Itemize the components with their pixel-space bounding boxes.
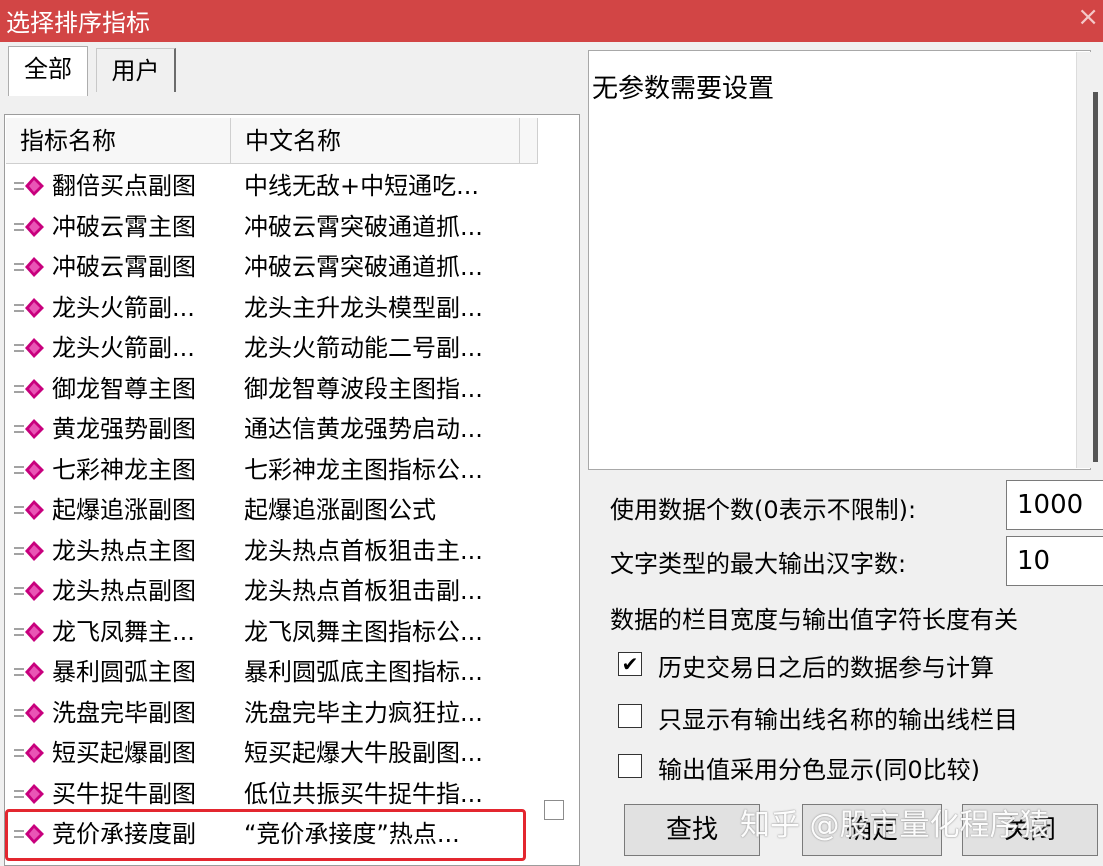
indicator-name: 翻倍买点副图 (52, 172, 196, 200)
column-header-filler (520, 118, 538, 164)
table-row[interactable]: 龙头热点主图 龙头热点首板狙击主... (6, 531, 538, 572)
checkbox-history-days-label: 历史交易日之后的数据参与计算 (658, 654, 994, 682)
parameter-scrollbar-thumb[interactable] (1093, 92, 1098, 462)
indicator-chinese-name: 起爆追涨副图公式 (244, 496, 436, 524)
tab-all-label: 全部 (24, 55, 72, 83)
indicator-formula-icon (14, 500, 44, 520)
indicator-formula-icon (14, 419, 44, 439)
indicator-name: 龙头热点主图 (52, 536, 196, 565)
table-row[interactable]: 冲破云霄主图 冲破云霄突破通道抓... (6, 207, 538, 248)
table-row[interactable]: 龙头火箭副... 龙头火箭动能二号副... (6, 328, 538, 369)
indicator-rows: 翻倍买点副图 中线无敌+中短通吃... 冲破云霄主图 冲破云霄突破通道抓... 冲破云霄… (6, 166, 538, 855)
column-header-indicator-name[interactable]: 指标名称 (6, 118, 231, 164)
checkbox-color-output-label: 输出值采用分色显示(同0比较) (658, 756, 980, 784)
indicator-name: 龙飞凤舞主... (52, 617, 195, 646)
indicator-formula-icon (14, 702, 44, 723)
table-row[interactable]: 短买起爆副图 短买起爆大牛股副图... (6, 733, 538, 774)
indicator-chinese-name: 洗盘完毕主力疯狂拉... (244, 698, 483, 727)
selected-row-highlight (5, 809, 526, 861)
table-row[interactable]: 洗盘完毕副图 洗盘完毕主力疯狂拉... (6, 693, 538, 734)
indicator-name: 御龙智尊主图 (52, 374, 196, 403)
indicator-chinese-name: 中线无敌+中短通吃... (244, 172, 479, 200)
indicator-formula-icon (14, 216, 44, 237)
indicator-chinese-name: 龙头热点首板狙击主... (244, 536, 483, 565)
indicator-chinese-name: 冲破云霄突破通道抓... (244, 212, 483, 241)
window-title: 选择排序指标 (6, 9, 150, 37)
indicator-name: 暴利圆弧主图 (52, 658, 196, 686)
indicator-name: 买牛捉牛副图 (52, 779, 196, 808)
title-bar: 选择排序指标 × (0, 0, 1103, 42)
indicator-name: 短买起爆副图 (52, 739, 196, 767)
indicator-name: 起爆追涨副图 (52, 496, 196, 524)
indicator-chinese-name: 御龙智尊波段主图指... (244, 374, 483, 403)
table-row[interactable]: 买牛捉牛副图 低位共振买牛捉牛指... (6, 774, 538, 815)
indicator-formula-icon (14, 581, 44, 601)
tab-user[interactable]: 用户 (96, 48, 176, 92)
table-row[interactable]: 黄龙强势副图 通达信黄龙强势启动... (6, 409, 538, 450)
parameter-panel (588, 50, 1091, 470)
checkbox-color-output-box[interactable] (618, 754, 642, 778)
table-row[interactable]: 御龙智尊主图 御龙智尊波段主图指... (6, 369, 538, 410)
indicator-name: 龙头火箭副... (52, 334, 195, 362)
checkbox-history-days-box[interactable]: ✔ (618, 652, 642, 676)
indicator-chinese-name: 七彩神龙主图指标公... (244, 455, 483, 484)
table-row[interactable]: 龙头火箭副... 龙头主升龙头模型副... (6, 288, 538, 329)
table-row[interactable]: 七彩神龙主图 七彩神龙主图指标公... (6, 450, 538, 491)
tab-user-label: 用户 (111, 57, 160, 85)
indicator-chinese-name: 龙头火箭动能二号副... (244, 334, 483, 362)
indicator-formula-icon (14, 621, 44, 642)
indicator-name: 冲破云霄副图 (52, 253, 196, 281)
indicator-formula-icon (14, 257, 44, 277)
parameter-scrollbar-track[interactable] (1076, 52, 1091, 468)
table-row[interactable]: 暴利圆弧主图 暴利圆弧底主图指标... (6, 652, 538, 693)
indicator-name: 龙头热点副图 (52, 577, 196, 605)
width-note: 数据的栏目宽度与输出值字符长度有关 (610, 606, 1018, 634)
indicator-chinese-name: 龙头主升龙头模型副... (244, 293, 483, 322)
table-row[interactable]: 起爆追涨副图 起爆追涨副图公式 (6, 490, 538, 531)
max-chars-label: 文字类型的最大输出汉字数: (610, 550, 907, 578)
checkbox-named-lines-only-label: 只显示有输出线名称的输出线栏目 (658, 706, 1018, 734)
indicator-name: 龙头火箭副... (52, 293, 195, 322)
data-count-label: 使用数据个数(0表示不限制): (610, 496, 917, 524)
indicator-chinese-name: 短买起爆大牛股副图... (244, 739, 483, 767)
tab-all[interactable]: 全部 (8, 46, 88, 96)
indicator-formula-icon (14, 338, 44, 358)
watermark: 知乎 @股市量化程序猿 (740, 808, 1050, 843)
indicator-name: 黄龙强势副图 (52, 415, 196, 443)
indicator-formula-icon (14, 540, 44, 561)
indicator-name: 洗盘完毕副图 (52, 698, 196, 727)
list-corner-box (544, 800, 564, 820)
no-parameter-message: 无参数需要设置 (592, 74, 775, 104)
column-header-chinese-name[interactable]: 中文名称 (231, 118, 520, 164)
indicator-formula-icon (14, 783, 44, 804)
table-row[interactable]: 冲破云霄副图 冲破云霄突破通道抓... (6, 247, 538, 288)
table-row[interactable]: 龙头热点副图 龙头热点首板狙击副... (6, 571, 538, 612)
checkbox-named-lines-only-box[interactable] (618, 704, 642, 728)
indicator-chinese-name: 低位共振买牛捉牛指... (244, 779, 483, 808)
max-chars-input[interactable]: 10 (1006, 536, 1103, 586)
indicator-chinese-name: 冲破云霄突破通道抓... (244, 253, 483, 281)
indicator-chinese-name: 通达信黄龙强势启动... (244, 415, 483, 443)
indicator-chinese-name: 龙飞凤舞主图指标公... (244, 617, 483, 646)
indicator-formula-icon (14, 378, 44, 399)
data-count-input[interactable]: 1000 (1006, 480, 1103, 530)
indicator-name: 冲破云霄主图 (52, 212, 196, 241)
table-row[interactable]: 翻倍买点副图 中线无敌+中短通吃... (6, 166, 538, 207)
indicator-formula-icon (14, 297, 44, 318)
close-icon[interactable]: × (1077, 2, 1099, 32)
indicator-chinese-name: 龙头热点首板狙击副... (244, 577, 483, 605)
table-row[interactable]: 龙飞凤舞主... 龙飞凤舞主图指标公... (6, 612, 538, 653)
indicator-chinese-name: 暴利圆弧底主图指标... (244, 658, 483, 686)
indicator-name: 七彩神龙主图 (52, 455, 196, 484)
indicator-formula-icon (14, 459, 44, 480)
indicator-formula-icon (14, 743, 44, 763)
indicator-formula-icon (14, 176, 44, 196)
indicator-formula-icon (14, 662, 44, 682)
